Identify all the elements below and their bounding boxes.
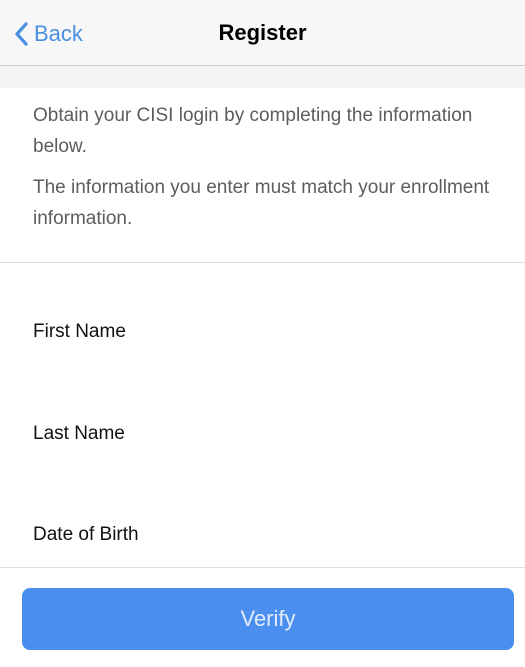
last-name-label: Last Name <box>33 423 125 444</box>
intro-text-match: The information you enter must match you… <box>33 177 490 229</box>
first-name-input[interactable] <box>33 350 493 380</box>
verify-button[interactable]: Verify <box>22 588 514 650</box>
section-spacer <box>0 66 525 88</box>
first-name-label: First Name <box>33 321 126 342</box>
intro-section: Obtain your CISI login by completing the… <box>0 88 525 263</box>
form-divider <box>0 567 525 568</box>
last-name-input[interactable] <box>33 452 493 482</box>
navigation-bar: Back Register <box>0 0 525 66</box>
page-title: Register <box>218 20 307 45</box>
date-of-birth-field[interactable]: Date of Birth <box>33 524 139 546</box>
intro-text-login: Obtain your CISI login by completing the… <box>33 105 473 157</box>
